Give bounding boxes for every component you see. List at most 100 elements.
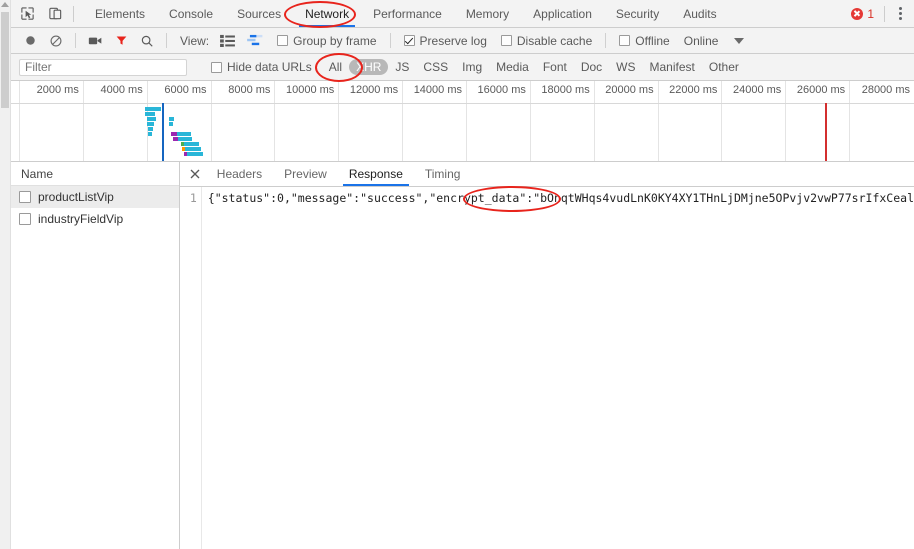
tab-application[interactable]: Application (521, 0, 604, 27)
load-event-marker (825, 103, 827, 161)
waterfall-view-icon[interactable] (242, 28, 269, 53)
tick-label: 8000 ms (228, 84, 271, 96)
tick-label: 28000 ms (861, 84, 911, 96)
request-checkbox[interactable] (19, 191, 31, 203)
offline-label: Offline (635, 33, 670, 48)
tick-cell: 8000 ms (212, 81, 276, 161)
type-filter-css[interactable]: CSS (416, 59, 455, 75)
type-filter-font[interactable]: Font (536, 59, 574, 75)
tab-audits[interactable]: Audits (671, 0, 728, 27)
tab-security[interactable]: Security (604, 0, 671, 27)
tick-label: 22000 ms (669, 84, 718, 96)
tick-label: 4000 ms (100, 84, 143, 96)
type-filter-ws[interactable]: WS (609, 59, 642, 75)
throttling-select[interactable]: Online (678, 28, 725, 53)
kebab-menu-icon[interactable] (895, 5, 906, 22)
tick-cell: 2000 ms (20, 81, 84, 161)
disable-cache-box (500, 35, 512, 46)
type-filter-img[interactable]: Img (455, 59, 489, 75)
tab-response[interactable]: Response (338, 162, 414, 186)
type-filter-all[interactable]: All (322, 59, 349, 75)
tab-preview[interactable]: Preview (273, 162, 338, 186)
tick-cell: 14000 ms (403, 81, 467, 161)
tick-cell: 26000 ms (786, 81, 851, 161)
tab-memory[interactable]: Memory (454, 0, 521, 27)
tick-label: 26000 ms (796, 84, 846, 96)
window-scrollbar[interactable] (0, 0, 11, 549)
ruler-baseline (11, 103, 914, 104)
magnifier-search-icon[interactable] (135, 28, 159, 53)
tick-label: 10000 ms (285, 84, 335, 96)
network-lower-split: Name productListVip industryFieldVip Hea… (11, 162, 914, 549)
table-row[interactable]: productListVip (11, 186, 179, 208)
error-badge[interactable]: 1 (851, 7, 874, 21)
scrollbar-thumb[interactable] (1, 12, 9, 108)
close-icon[interactable] (184, 163, 206, 185)
tick-label: 14000 ms (413, 84, 462, 96)
record-button[interactable] (19, 28, 42, 53)
devtools-panel: Elements Console Sources Network Perform… (11, 0, 914, 549)
tab-performance[interactable]: Performance (361, 0, 454, 27)
request-name: productListVip (38, 190, 114, 204)
tab-timing[interactable]: Timing (414, 162, 472, 186)
network-filter-bar: Hide data URLs All XHR JS CSS Img Media … (11, 54, 914, 81)
camera-icon[interactable] (83, 28, 108, 53)
tabstrip-right-group: 1 (851, 5, 914, 22)
tab-sources[interactable]: Sources (225, 0, 293, 27)
type-filter-doc[interactable]: Doc (574, 59, 609, 75)
request-checkbox[interactable] (19, 213, 31, 225)
preserve-log-checkbox[interactable]: Preserve log (398, 34, 493, 48)
tab-preview-label: Preview (284, 167, 327, 181)
tick-cell: 24000 ms (722, 81, 787, 161)
group-by-frame-checkbox[interactable]: Group by frame (271, 34, 382, 48)
tab-timing-label: Timing (424, 167, 461, 181)
clear-button[interactable] (44, 28, 68, 53)
type-filter-manifest[interactable]: Manifest (643, 59, 702, 75)
tab-elements[interactable]: Elements (83, 0, 157, 27)
line-number-gutter: 1 (180, 187, 202, 549)
tab-sources-label: Sources (237, 6, 282, 21)
dock-icon-group (11, 5, 64, 23)
timeline-ruler: 2000 ms 4000 ms 6000 ms 8000 ms 10000 ms… (11, 81, 914, 161)
network-overview-timeline[interactable]: 2000 ms 4000 ms 6000 ms 8000 ms 10000 ms… (11, 81, 914, 162)
tab-performance-label: Performance (373, 6, 442, 21)
scroll-up-arrow-icon[interactable] (1, 2, 9, 7)
hide-data-urls-checkbox[interactable]: Hide data URLs (205, 60, 318, 74)
tab-headers-label: Headers (216, 167, 263, 181)
funnel-filter-icon[interactable] (110, 28, 133, 53)
offline-checkbox[interactable]: Offline (613, 34, 675, 48)
table-row[interactable]: industryFieldVip (11, 208, 179, 230)
panel-tabs: Elements Console Sources Network Perform… (83, 0, 729, 27)
list-view-icon[interactable] (215, 28, 240, 53)
tick-cell: 28000 ms (850, 81, 914, 161)
requests-list-pane: Name productListVip industryFieldVip (11, 162, 180, 549)
preserve-log-box (403, 35, 415, 46)
type-filter-js[interactable]: JS (388, 59, 416, 75)
request-name: industryFieldVip (38, 212, 124, 226)
tab-network[interactable]: Network (293, 0, 361, 27)
tick-cell: 16000 ms (467, 81, 531, 161)
throttling-chevron-down-icon[interactable] (726, 28, 752, 53)
throttling-value: Online (683, 33, 719, 48)
request-detail-pane: Headers Preview Response Timing 1 {"stat… (179, 162, 914, 549)
tab-console[interactable]: Console (157, 0, 225, 27)
tick-cell: 22000 ms (659, 81, 723, 161)
requests-column-header[interactable]: Name (11, 162, 179, 186)
response-body-viewer[interactable]: 1 {"status":0,"message":"success","encry… (180, 187, 914, 549)
tick-label: 20000 ms (605, 84, 654, 96)
filter-input[interactable] (19, 58, 187, 76)
tick-cell: 6000 ms (148, 81, 212, 161)
tab-response-label: Response (348, 167, 403, 181)
type-filter-other[interactable]: Other (702, 59, 746, 75)
inspect-element-icon[interactable] (18, 5, 36, 23)
name-column-label: Name (21, 166, 54, 181)
type-filter-xhr[interactable]: XHR (349, 59, 389, 75)
disable-cache-checkbox[interactable]: Disable cache (495, 34, 598, 48)
right-divider (884, 5, 885, 22)
device-toolbar-icon[interactable] (46, 5, 64, 23)
type-filter-media[interactable]: Media (489, 59, 536, 75)
tab-headers[interactable]: Headers (206, 162, 273, 186)
tab-console-label: Console (169, 6, 214, 21)
tab-application-label: Application (533, 6, 592, 21)
tab-memory-label: Memory (465, 6, 510, 21)
